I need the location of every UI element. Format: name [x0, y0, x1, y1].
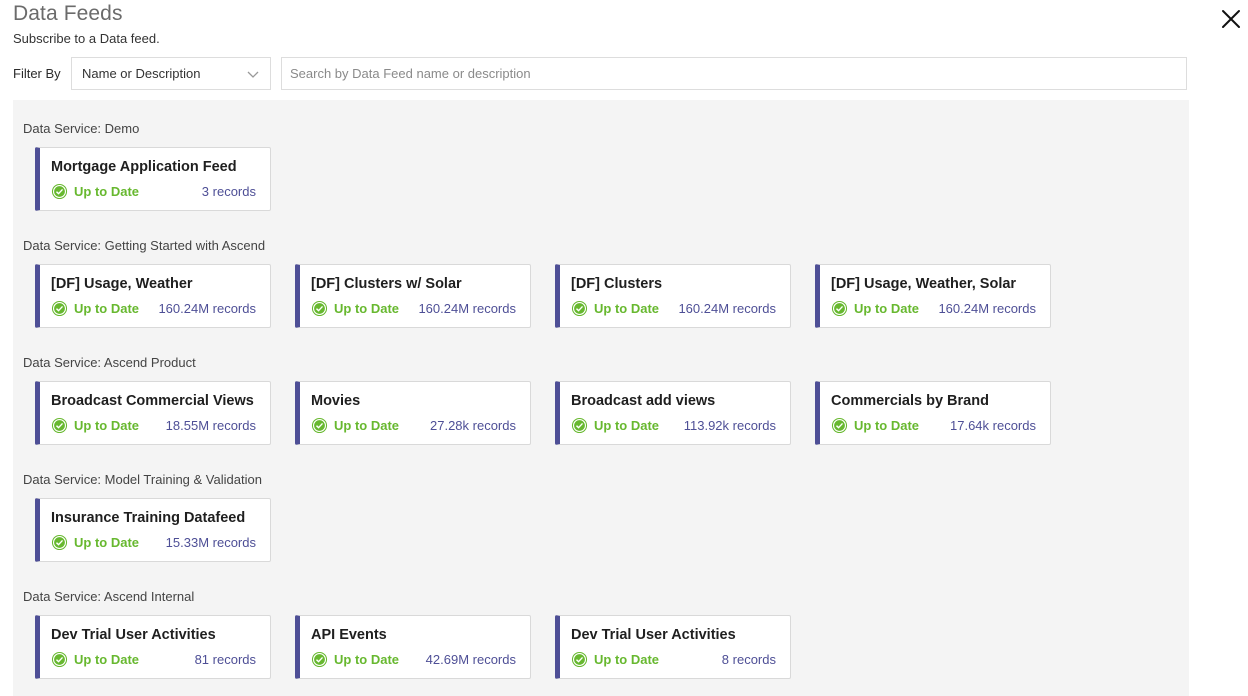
data-feed-card[interactable]: Broadcast add views Up to Date 113.92k r… [555, 381, 791, 445]
check-circle-icon [51, 300, 68, 317]
feed-name: [DF] Clusters w/ Solar [311, 276, 462, 292]
data-service-group: Data Service: Demo Mortgage Application … [23, 121, 271, 211]
feed-status: Up to Date [854, 418, 919, 433]
feed-records: 17.64k records [950, 418, 1036, 433]
feed-name: Broadcast add views [571, 393, 716, 409]
feed-status: Up to Date [74, 418, 139, 433]
feed-records: 18.55M records [165, 418, 256, 433]
check-circle-icon [311, 651, 328, 668]
data-service-group: Data Service: Ascend Internal Dev Trial … [23, 589, 791, 679]
feed-records: 3 records [201, 184, 256, 199]
data-service-group: Data Service: Model Training & Validatio… [23, 472, 271, 562]
check-circle-icon [51, 417, 68, 434]
data-service-title: Data Service: Ascend Internal [23, 589, 195, 604]
feed-name: [DF] Usage, Weather, Solar [831, 276, 1017, 292]
feed-name: Insurance Training Datafeed [51, 510, 246, 526]
check-circle-icon [51, 183, 68, 200]
data-feed-card[interactable]: Commercials by Brand Up to Date 17.64k r… [815, 381, 1051, 445]
check-circle-icon [51, 651, 68, 668]
feed-name: API Events [311, 627, 387, 643]
page-title: Data Feeds [13, 2, 123, 25]
data-feed-card[interactable]: Mortgage Application Feed Up to Date 3 r… [35, 147, 271, 211]
feed-status: Up to Date [594, 418, 659, 433]
check-circle-icon [571, 300, 588, 317]
check-circle-icon [311, 417, 328, 434]
data-feed-card[interactable]: Broadcast Commercial Views Up to Date 18… [35, 381, 271, 445]
check-circle-icon [571, 651, 588, 668]
page-header: Data Feeds Subscribe to a Data feed. [13, 2, 160, 47]
check-circle-icon [831, 300, 848, 317]
feed-status: Up to Date [74, 535, 139, 550]
feed-records: 81 records [194, 652, 256, 667]
data-feed-card[interactable]: [DF] Usage, Weather, Solar Up to Date 16… [815, 264, 1051, 328]
data-service-title: Data Service: Model Training & Validatio… [23, 472, 262, 487]
close-icon [1222, 10, 1240, 28]
feed-status: Up to Date [854, 301, 919, 316]
chevron-down-icon [247, 71, 259, 78]
feed-name: Mortgage Application Feed [51, 159, 237, 175]
feed-name: Commercials by Brand [831, 393, 989, 409]
feed-records: 113.92k records [683, 418, 776, 433]
data-feed-card[interactable]: Dev Trial User Activities Up to Date 8 r… [555, 615, 791, 679]
feed-name: Broadcast Commercial Views [51, 393, 254, 409]
data-feed-card[interactable]: Movies Up to Date 27.28k records [295, 381, 531, 445]
feed-name: Movies [311, 393, 361, 409]
feed-status: Up to Date [74, 652, 139, 667]
feed-status: Up to Date [74, 301, 139, 316]
data-service-group: Data Service: Getting Started with Ascen… [23, 238, 1051, 328]
check-circle-icon [571, 417, 588, 434]
data-service-group: Data Service: Ascend Product Broadcast C… [23, 355, 1051, 445]
feed-records: 160.24M records [678, 301, 776, 316]
feed-name: [DF] Usage, Weather [51, 276, 193, 292]
feed-status: Up to Date [334, 652, 399, 667]
feed-status: Up to Date [74, 184, 139, 199]
check-circle-icon [311, 300, 328, 317]
filter-select-value: Name or Description [82, 66, 201, 81]
check-circle-icon [51, 534, 68, 551]
data-feed-card[interactable]: API Events Up to Date 42.69M records [295, 615, 531, 679]
feed-name: Dev Trial User Activities [571, 627, 736, 643]
check-circle-icon [831, 417, 848, 434]
feed-name: [DF] Clusters [571, 276, 663, 292]
data-service-title: Data Service: Demo [23, 121, 140, 136]
data-feed-card[interactable]: [DF] Clusters w/ Solar Up to Date 160.24… [295, 264, 531, 328]
feed-records: 160.24M records [938, 301, 1036, 316]
data-service-title: Data Service: Getting Started with Ascen… [23, 238, 266, 253]
feed-status: Up to Date [594, 301, 659, 316]
feed-records: 8 records [721, 652, 776, 667]
feed-status: Up to Date [334, 301, 399, 316]
feed-name: Dev Trial User Activities [51, 627, 216, 643]
feed-status: Up to Date [334, 418, 399, 433]
data-feed-card[interactable]: Insurance Training Datafeed Up to Date 1… [35, 498, 271, 562]
data-feed-card[interactable]: [DF] Usage, Weather Up to Date 160.24M r… [35, 264, 271, 328]
feeds-panel: Data Service: Demo Mortgage Application … [13, 100, 1189, 696]
feed-records: 42.69M records [425, 652, 516, 667]
feed-records: 160.24M records [158, 301, 256, 316]
data-service-title: Data Service: Ascend Product [23, 355, 196, 370]
page-subtitle: Subscribe to a Data feed. [13, 31, 160, 46]
data-feed-card[interactable]: [DF] Clusters Up to Date 160.24M records [555, 264, 791, 328]
filter-select[interactable]: Name or Description [71, 57, 271, 90]
feed-records: 160.24M records [418, 301, 516, 316]
close-button[interactable] [1219, 7, 1243, 31]
filter-by-label: Filter By [13, 66, 61, 81]
feed-records: 27.28k records [430, 418, 516, 433]
feed-status: Up to Date [594, 652, 659, 667]
data-feed-card[interactable]: Dev Trial User Activities Up to Date 81 … [35, 615, 271, 679]
search-input[interactable] [281, 57, 1187, 90]
feed-records: 15.33M records [165, 535, 256, 550]
